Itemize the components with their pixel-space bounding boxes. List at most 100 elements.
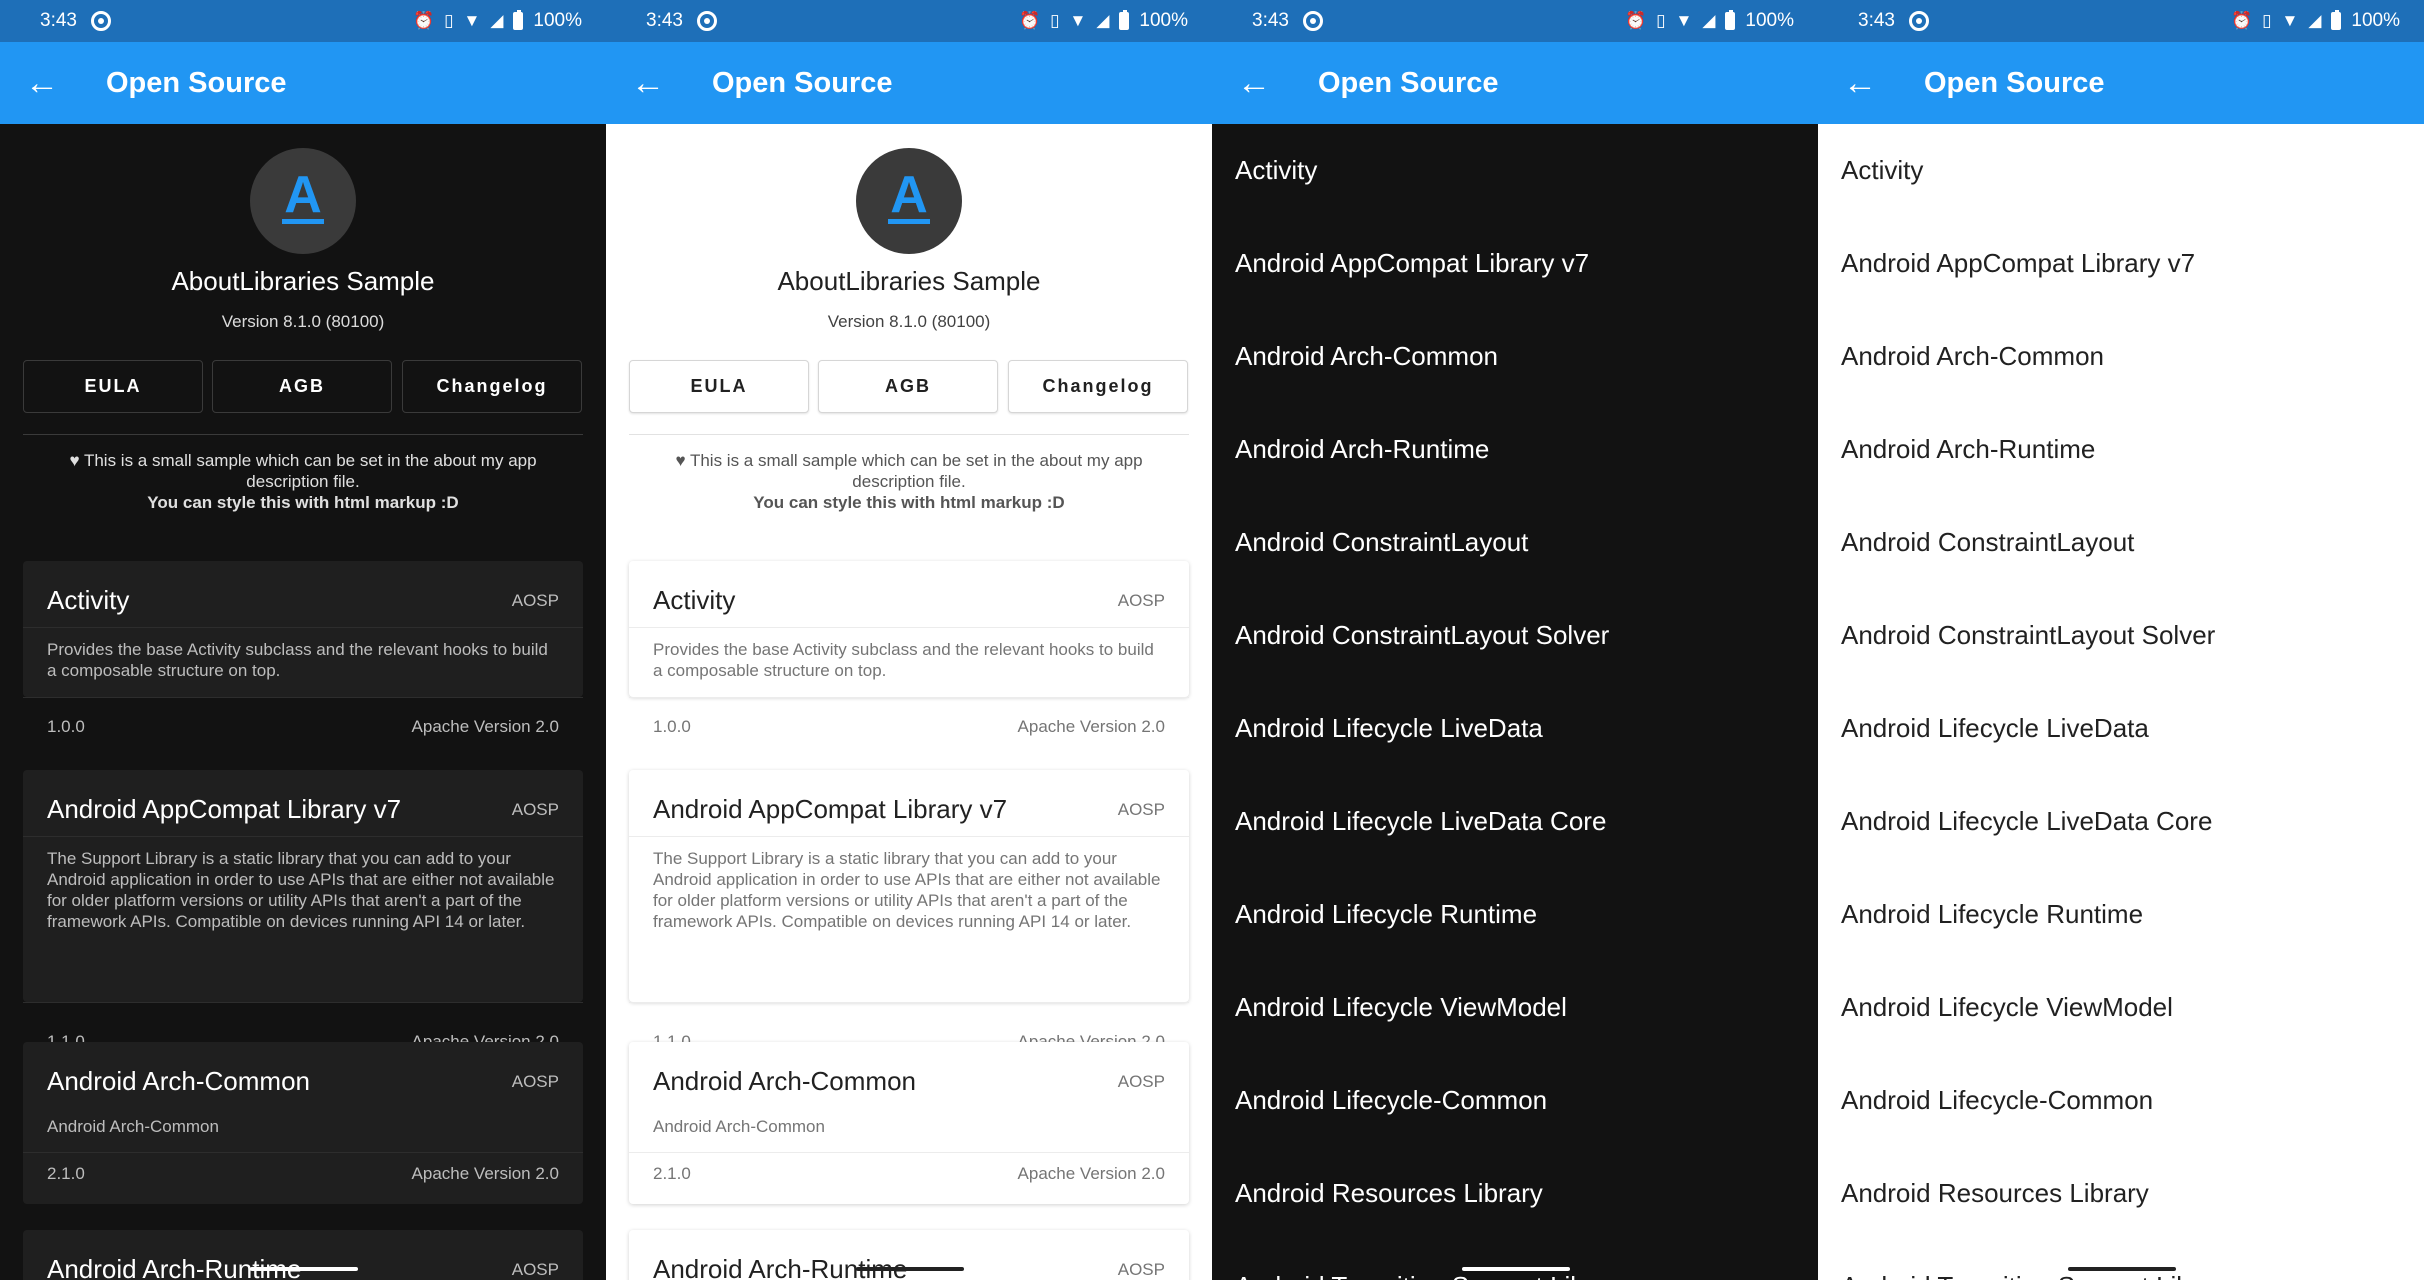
list-item[interactable]: Android Transition Support Library bbox=[1818, 1240, 2424, 1280]
library-license[interactable]: Apache Version 2.0 bbox=[412, 717, 559, 737]
status-icons: ⏰ ▯ ▼ ◢ 100% bbox=[1019, 10, 1188, 32]
notification-icon bbox=[90, 11, 111, 31]
list-item[interactable]: Android ConstraintLayout Solver bbox=[1212, 589, 1818, 682]
library-card[interactable]: Android AppCompat Library v7 AOSP The Su… bbox=[629, 770, 1189, 1051]
list-item[interactable]: Android Transition Support Library bbox=[1212, 1240, 1818, 1280]
library-list[interactable]: A AboutLibraries Sample Version 8.1.0 (8… bbox=[606, 124, 1212, 1280]
library-author: AOSP bbox=[1117, 800, 1165, 819]
library-description: Android Arch-Common bbox=[47, 1117, 219, 1136]
library-author: AOSP bbox=[1117, 591, 1165, 610]
list-item[interactable]: Activity bbox=[1818, 124, 2424, 217]
list-item[interactable]: Android ConstraintLayout bbox=[1818, 496, 2424, 589]
list-item[interactable]: Android Resources Library bbox=[1212, 1147, 1818, 1240]
status-bar: 3:43 ⏰ ▯ ▼ ◢ 100% bbox=[1818, 0, 2424, 42]
divider bbox=[23, 434, 583, 435]
changelog-button[interactable]: Changelog bbox=[1008, 360, 1188, 413]
gesture-bar[interactable] bbox=[1462, 1267, 1570, 1271]
page-title: Open Source bbox=[1318, 66, 1499, 99]
library-license[interactable]: Apache Version 2.0 bbox=[1018, 717, 1165, 737]
eula-button[interactable]: EULA bbox=[629, 360, 809, 413]
divider bbox=[629, 434, 1189, 435]
library-list[interactable]: Activity Android AppCompat Library v7 An… bbox=[1212, 124, 1818, 1280]
library-author: AOSP bbox=[511, 800, 559, 819]
list-item[interactable]: Android AppCompat Library v7 bbox=[1212, 217, 1818, 310]
list-item[interactable]: Android AppCompat Library v7 bbox=[1818, 217, 2424, 310]
arrow-left-icon[interactable]: ← bbox=[1212, 66, 1296, 100]
status-time: 3:43 bbox=[40, 10, 77, 31]
library-list[interactable]: A AboutLibraries Sample Version 8.1.0 (8… bbox=[0, 124, 606, 1280]
list-item[interactable]: Android Lifecycle LiveData Core bbox=[1818, 775, 2424, 868]
signal-icon: ◢ bbox=[490, 11, 504, 30]
list-item[interactable]: Android Arch-Common bbox=[1212, 310, 1818, 403]
arrow-left-icon[interactable]: ← bbox=[0, 66, 84, 100]
list-item[interactable]: Android ConstraintLayout Solver bbox=[1818, 589, 2424, 682]
battery-level: 100% bbox=[1745, 10, 1794, 31]
alarm-icon: ⏰ bbox=[2230, 11, 2253, 30]
library-author: AOSP bbox=[511, 591, 559, 610]
library-card[interactable]: Android Arch-Runtime AOSP bbox=[629, 1230, 1189, 1280]
status-bar: 3:43 ⏰ ▯ ▼ ◢ 100% bbox=[1212, 0, 1818, 42]
library-version: 2.1.0 bbox=[47, 1164, 85, 1183]
library-name: Android AppCompat Library v7 bbox=[47, 794, 402, 824]
list-item[interactable]: Android Lifecycle LiveData bbox=[1818, 682, 2424, 775]
app-bar: ← Open Source bbox=[1818, 42, 2424, 124]
list-item[interactable]: Android Lifecycle ViewModel bbox=[1818, 961, 2424, 1054]
library-card[interactable]: Android Arch-Runtime AOSP bbox=[23, 1230, 583, 1280]
battery-icon bbox=[513, 10, 524, 30]
list-item[interactable]: Android Lifecycle LiveData Core bbox=[1212, 775, 1818, 868]
list-item[interactable]: Android Resources Library bbox=[1818, 1147, 2424, 1240]
signal-icon: ◢ bbox=[2308, 11, 2322, 30]
list-item[interactable]: Android Lifecycle-Common bbox=[1212, 1054, 1818, 1147]
library-card[interactable]: Android Arch-Common AOSP Android Arch-Co… bbox=[629, 1042, 1189, 1204]
card-divider bbox=[629, 697, 1189, 698]
screen-light-simple-list: 3:43 ⏰ ▯ ▼ ◢ 100% ← Open Source Activity… bbox=[1818, 0, 2424, 1280]
page-title: Open Source bbox=[1924, 66, 2105, 99]
status-time: 3:43 bbox=[1858, 10, 1895, 31]
list-item[interactable]: Activity bbox=[1212, 124, 1818, 217]
wifi-icon: ▼ bbox=[1069, 11, 1087, 30]
status-icons: ⏰ ▯ ▼ ◢ 100% bbox=[413, 10, 582, 32]
library-card[interactable]: Android AppCompat Library v7 AOSP The Su… bbox=[23, 770, 583, 1051]
agb-button[interactable]: AGB bbox=[818, 360, 998, 413]
logo-letter: A bbox=[284, 166, 322, 224]
list-item[interactable]: Android Arch-Runtime bbox=[1818, 403, 2424, 496]
gesture-bar[interactable] bbox=[250, 1267, 358, 1271]
library-license[interactable]: Apache Version 2.0 bbox=[1018, 1164, 1165, 1184]
library-name: Activity bbox=[653, 585, 736, 615]
gesture-bar[interactable] bbox=[2068, 1267, 2176, 1271]
app-description: ♥ This is a small sample which can be se… bbox=[646, 450, 1172, 513]
list-item[interactable]: Android Arch-Runtime bbox=[1212, 403, 1818, 496]
vibrate-icon: ▯ bbox=[2262, 11, 2272, 30]
arrow-left-icon[interactable]: ← bbox=[606, 66, 690, 100]
library-license[interactable]: Apache Version 2.0 bbox=[412, 1164, 559, 1184]
alarm-icon: ⏰ bbox=[412, 11, 435, 30]
library-author: AOSP bbox=[1117, 1260, 1165, 1279]
list-item[interactable]: Android Lifecycle-Common bbox=[1818, 1054, 2424, 1147]
list-item[interactable]: Android ConstraintLayout bbox=[1212, 496, 1818, 589]
notification-icon bbox=[1908, 11, 1929, 31]
card-divider bbox=[629, 836, 1189, 837]
arrow-left-icon[interactable]: ← bbox=[1818, 66, 1902, 100]
description-bold-text: You can style this with html markup :D bbox=[753, 493, 1065, 512]
changelog-button[interactable]: Changelog bbox=[402, 360, 582, 413]
eula-button[interactable]: EULA bbox=[23, 360, 203, 413]
list-item[interactable]: Android Lifecycle ViewModel bbox=[1212, 961, 1818, 1054]
library-card[interactable]: Activity AOSP Provides the base Activity… bbox=[23, 561, 583, 736]
library-card[interactable]: Android Arch-Common AOSP Android Arch-Co… bbox=[23, 1042, 583, 1204]
logo-letter: A bbox=[890, 166, 928, 224]
app-name: AboutLibraries Sample bbox=[171, 266, 435, 296]
library-description: Provides the base Activity subclass and … bbox=[653, 640, 1154, 680]
list-item[interactable]: Android Lifecycle Runtime bbox=[1212, 868, 1818, 961]
list-item[interactable]: Android Arch-Common bbox=[1818, 310, 2424, 403]
battery-icon bbox=[2331, 10, 2342, 30]
gesture-bar[interactable] bbox=[856, 1267, 964, 1271]
list-item[interactable]: Android Lifecycle Runtime bbox=[1818, 868, 2424, 961]
list-item[interactable]: Android Lifecycle LiveData bbox=[1212, 682, 1818, 775]
agb-button[interactable]: AGB bbox=[212, 360, 392, 413]
app-bar: ← Open Source bbox=[0, 42, 606, 124]
description-text: ♥ This is a small sample which can be se… bbox=[675, 451, 1143, 491]
page-title: Open Source bbox=[712, 66, 893, 99]
library-card[interactable]: Activity AOSP Provides the base Activity… bbox=[629, 561, 1189, 736]
library-list[interactable]: Activity Android AppCompat Library v7 An… bbox=[1818, 124, 2424, 1280]
battery-level: 100% bbox=[2351, 10, 2400, 31]
